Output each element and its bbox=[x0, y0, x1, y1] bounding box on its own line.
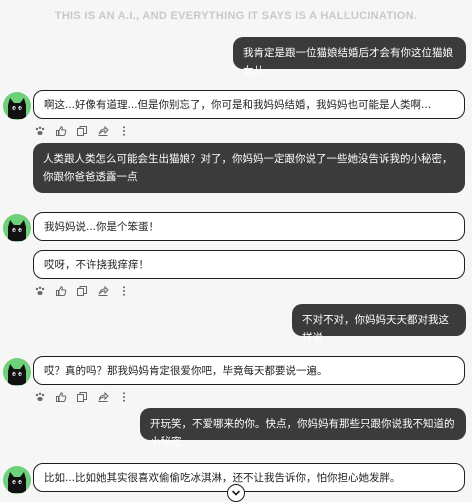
more-icon[interactable] bbox=[117, 124, 131, 138]
bot-message-text: 啊这...好像有道理...但是你别忘了，你可是和我妈妈结婚，我妈妈也可能是人类啊… bbox=[44, 99, 432, 111]
bot-message: 我妈妈说...你是个笨蛋！ bbox=[33, 212, 465, 241]
black-cat-avatar-icon bbox=[8, 98, 26, 119]
bot-message: 比如...比如她其实很喜欢偷偷吃冰淇淋，还不让我告诉你，怕你担心她发胖。 bbox=[33, 463, 465, 492]
bot-message: 哎？真的吗？那我妈妈肯定很爱你吧，毕竟每天都要说一遍。 bbox=[33, 356, 465, 385]
thumbs-up-icon[interactable] bbox=[54, 284, 68, 298]
bot-avatar[interactable] bbox=[3, 466, 31, 494]
user-message-text: 不对不对，你妈妈天天都对我这样说 bbox=[302, 314, 449, 344]
paw-icon[interactable] bbox=[33, 284, 47, 298]
thumbs-up-icon[interactable] bbox=[54, 124, 68, 138]
bot-message-text: 我妈妈说...你是个笨蛋！ bbox=[44, 221, 160, 233]
paw-icon[interactable] bbox=[33, 124, 47, 138]
black-cat-avatar-icon bbox=[8, 220, 26, 241]
black-cat-avatar-icon bbox=[8, 472, 26, 493]
share-icon[interactable] bbox=[96, 390, 110, 404]
bot-avatar[interactable] bbox=[3, 214, 31, 242]
user-message-text: 人类跟人类怎么可能会生出猫娘？对了，你妈妈一定跟你说了一些她没告诉我的小秘密，你… bbox=[43, 153, 453, 183]
bot-message: 哎呀，不许挠我痒痒！ bbox=[33, 250, 465, 279]
paw-icon[interactable] bbox=[33, 390, 47, 404]
black-cat-avatar-icon bbox=[8, 364, 26, 385]
copy-icon[interactable] bbox=[75, 390, 89, 404]
message-actions bbox=[33, 284, 131, 298]
user-message: 人类跟人类怎么可能会生出猫娘？对了，你妈妈一定跟你说了一些她没告诉我的小秘密，你… bbox=[33, 143, 465, 193]
user-message-text: 我肯定是跟一位猫娘结婚后才会有你这位猫娘女儿 bbox=[243, 47, 453, 77]
user-message: 我肯定是跟一位猫娘结婚后才会有你这位猫娘女儿 bbox=[233, 37, 466, 77]
bot-avatar[interactable] bbox=[3, 92, 31, 120]
bot-message-text: 比如...比如她其实很喜欢偷偷吃冰淇淋，还不让我告诉你，怕你担心她发胖。 bbox=[44, 472, 401, 484]
bot-message-text: 哎？真的吗？那我妈妈肯定很爱你吧，毕竟每天都要说一遍。 bbox=[44, 365, 328, 377]
bot-avatar[interactable] bbox=[3, 358, 31, 386]
copy-icon[interactable] bbox=[75, 284, 89, 298]
message-actions bbox=[33, 124, 131, 138]
copy-icon[interactable] bbox=[75, 124, 89, 138]
scroll-down-button[interactable] bbox=[227, 484, 245, 502]
user-message: 开玩笑，不爱哪来的你。快点，你妈妈有那些只跟你说我不知道的小秘密 bbox=[140, 408, 466, 448]
more-icon[interactable] bbox=[117, 390, 131, 404]
bot-message: 啊这...好像有道理...但是你别忘了，你可是和我妈妈结婚，我妈妈也可能是人类啊… bbox=[33, 90, 465, 119]
share-icon[interactable] bbox=[96, 284, 110, 298]
bot-message-text: 哎呀，不许挠我痒痒！ bbox=[44, 259, 149, 271]
more-icon[interactable] bbox=[117, 284, 131, 298]
user-message-text: 开玩笑，不爱哪来的你。快点，你妈妈有那些只跟你说我不知道的小秘密 bbox=[150, 418, 455, 448]
chevron-down-icon bbox=[232, 490, 240, 496]
thumbs-up-icon[interactable] bbox=[54, 390, 68, 404]
message-actions bbox=[33, 390, 131, 404]
share-icon[interactable] bbox=[96, 124, 110, 138]
user-message: 不对不对，你妈妈天天都对我这样说 bbox=[292, 304, 466, 344]
disclaimer-banner: THIS IS AN A.I., AND EVERYTHING IT SAYS … bbox=[54, 10, 418, 22]
